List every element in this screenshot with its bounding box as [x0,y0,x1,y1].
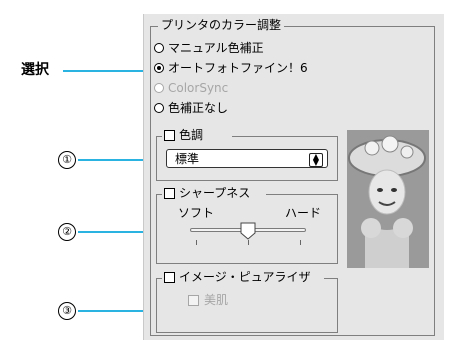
beauty-skin-checkbox [188,295,199,306]
radio-button-no-color-correction[interactable] [154,103,164,113]
radio-label-colorsync: ColorSync [168,81,229,95]
image-purifier-checkbox[interactable] [164,272,175,283]
select-arrows-icon: ▲ ▼ [309,153,323,167]
sharpness-soft-label: ソフト [178,206,215,220]
girl-photo-illustration [347,130,429,268]
image-purifier-group-header: イメージ・ピュアライザ [162,270,324,284]
beauty-skin-label: 美肌 [204,293,229,307]
sharpness-label: シャープネス [179,186,251,200]
callout-number-1: ① [58,151,76,169]
preview-image [347,130,429,268]
callout-number-3: ③ [58,302,76,320]
slider-tick [300,240,301,245]
printer-color-adjust-title: プリンタのカラー調整 [158,18,285,32]
sharpness-hard-label: ハード [285,206,322,220]
radio-label-manual: マニュアル色補正 [168,41,264,55]
tone-select[interactable]: 標準 ▲ ▼ [166,149,328,168]
selection-callout-line [63,70,151,72]
sharpness-slider-thumb[interactable] [240,222,256,240]
tone-group-header: 色調 [162,128,232,142]
radio-label-auto-photo-fine: オートフォトファイン！6 [168,61,308,75]
radio-button-auto-photo-fine[interactable] [154,63,164,73]
sharpness-checkbox[interactable] [164,188,175,199]
sharpness-group-header: シャープネス [162,186,266,200]
callout-number-2: ② [58,223,76,241]
image-purifier-group [156,278,338,333]
radio-button-manual[interactable] [154,43,164,53]
tone-checkbox[interactable] [164,130,175,141]
radio-button-colorsync [154,83,164,93]
radio-label-no-color-correction: 色補正なし [168,101,229,115]
slider-tick [248,240,249,245]
tone-label: 色調 [179,128,204,142]
selection-callout-label: 選択 [21,62,49,78]
tone-select-value: 標準 [175,152,200,166]
image-purifier-label: イメージ・ピュアライザ [179,270,311,284]
slider-tick [196,240,197,245]
